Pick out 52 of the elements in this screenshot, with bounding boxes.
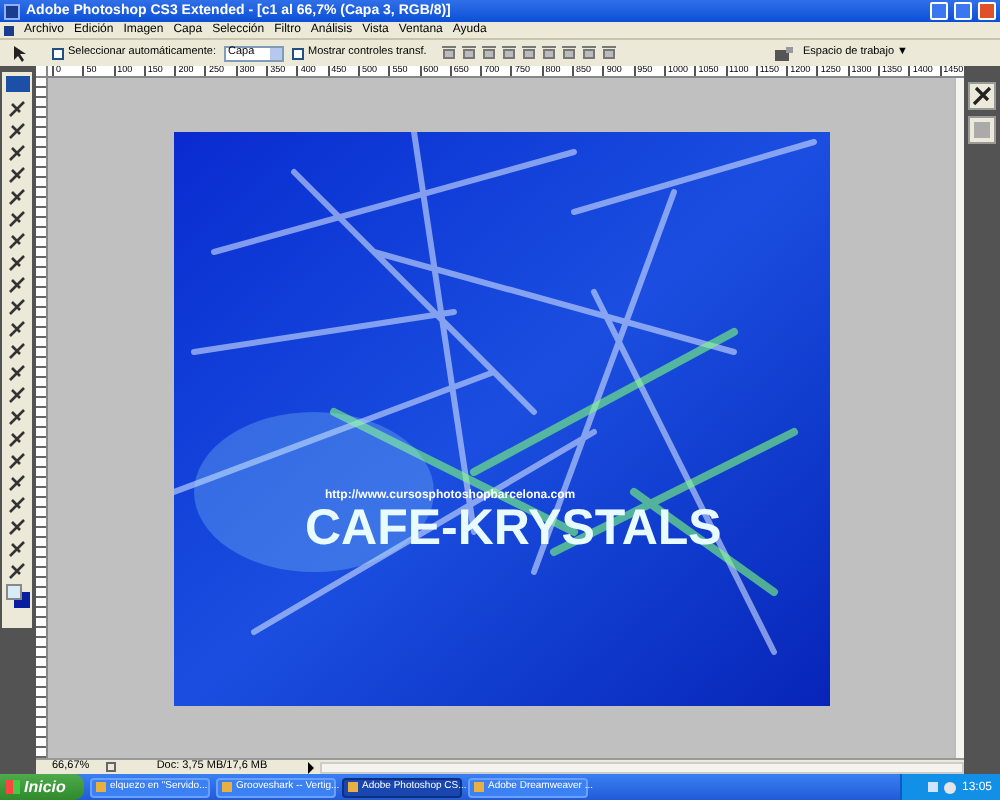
align-icon[interactable] (442, 46, 457, 60)
close-button[interactable] (978, 2, 996, 20)
color-swatches[interactable] (5, 584, 29, 608)
tool-icon[interactable] (8, 518, 26, 536)
ps-logo (5, 76, 29, 92)
tool-icon[interactable] (8, 562, 26, 580)
tool-icon[interactable] (8, 276, 26, 294)
speaker-icon (943, 781, 956, 793)
tools-icon[interactable] (968, 82, 996, 110)
tool-icon[interactable] (8, 144, 26, 162)
align-icon[interactable] (562, 46, 577, 60)
tool-icon[interactable] (8, 364, 26, 382)
tool-icon[interactable] (8, 496, 26, 514)
tool-icon[interactable] (8, 122, 26, 140)
checkbox[interactable] (52, 47, 64, 59)
checkbox[interactable] (291, 47, 304, 59)
app-icon (96, 782, 106, 792)
minimize-button[interactable] (930, 2, 948, 20)
horizontal-scrollbar[interactable] (320, 761, 964, 773)
tool-icon[interactable] (8, 342, 26, 360)
tool-icon[interactable] (8, 100, 26, 118)
network-icon (927, 782, 938, 792)
tool-icon[interactable] (8, 298, 26, 316)
align-icon[interactable] (522, 46, 537, 60)
align-icon[interactable] (542, 46, 557, 60)
app-icon (348, 782, 358, 792)
tool-icon[interactable] (8, 210, 26, 228)
maximize-button[interactable] (954, 2, 972, 20)
tool-icon[interactable] (8, 408, 26, 426)
tool-icon[interactable] (8, 166, 26, 184)
tool-icon[interactable] (8, 188, 26, 206)
align-icon[interactable] (502, 46, 517, 60)
tool-icon[interactable] (8, 232, 26, 250)
tool-icon[interactable] (8, 540, 26, 558)
tool-icon[interactable] (8, 254, 26, 272)
windows-logo-icon (6, 780, 20, 794)
tool-icon[interactable] (8, 452, 26, 470)
info-icon (106, 762, 116, 772)
tool-icon[interactable] (8, 474, 26, 492)
align-icon[interactable] (462, 46, 477, 60)
start-button[interactable]: Inicio (0, 774, 84, 800)
vertical-scrollbar[interactable] (954, 78, 964, 758)
app-icon (222, 782, 232, 792)
tool-icon[interactable] (8, 320, 26, 338)
app-icon (474, 782, 484, 792)
tool-icon[interactable] (8, 386, 26, 404)
tool-icon[interactable] (8, 430, 26, 448)
align-icon[interactable] (582, 46, 597, 60)
align-icon[interactable] (482, 46, 497, 60)
palette-icon[interactable] (774, 45, 795, 61)
artwork-headline: CAFE-KRYSTALS (305, 503, 722, 553)
align-icon[interactable] (602, 46, 617, 60)
